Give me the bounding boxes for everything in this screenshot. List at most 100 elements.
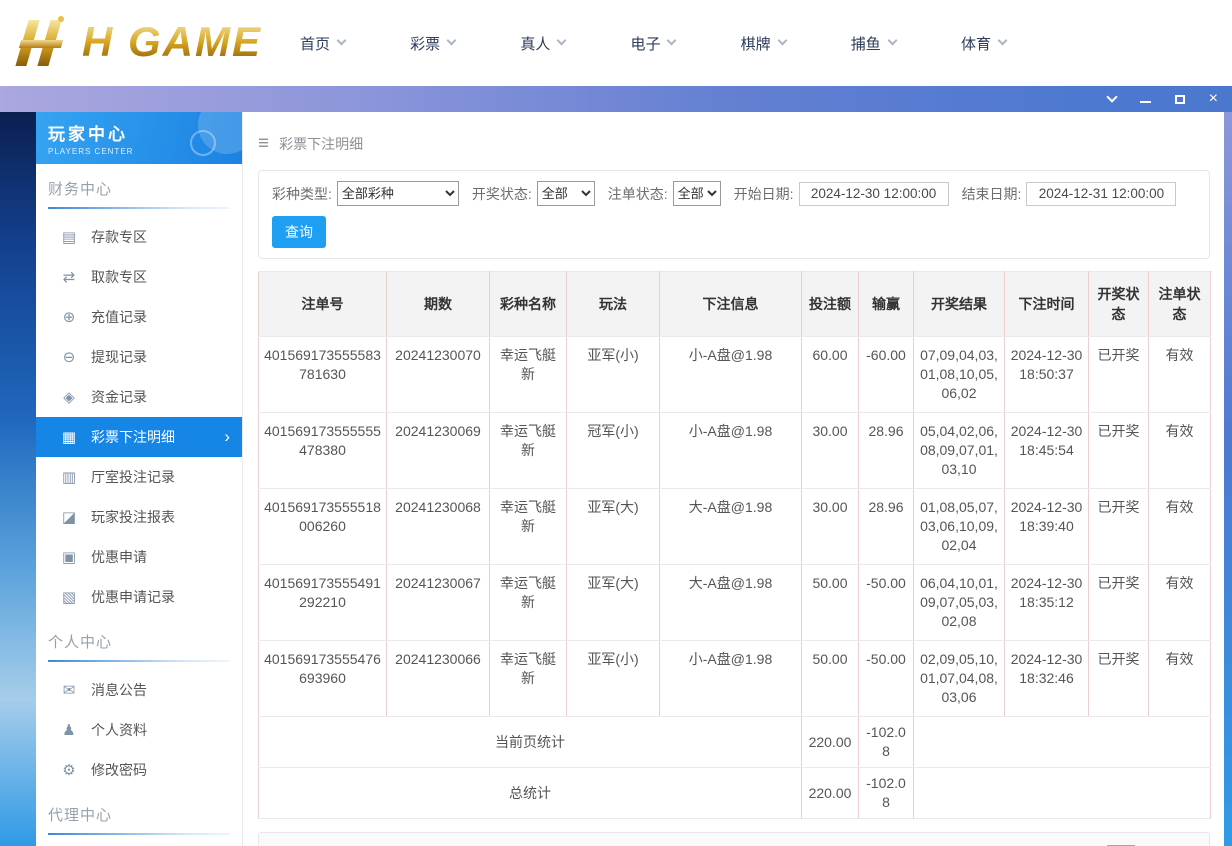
cell-order-id: 401569173555583781630 bbox=[259, 337, 387, 413]
cell-issue: 20241230068 bbox=[387, 489, 490, 565]
window-close-button[interactable]: × bbox=[1209, 91, 1218, 107]
sidebar-item-funds-records[interactable]: ◈ 资金记录 bbox=[36, 377, 242, 417]
cell-draw-status: 已开奖 bbox=[1089, 565, 1149, 641]
header-order-id: 注单号 bbox=[259, 272, 387, 337]
nav-item-fishing[interactable]: 捕鱼 bbox=[851, 33, 896, 54]
page-title: 彩票下注明细 bbox=[279, 134, 363, 154]
cell-order-id: 401569173555476693960 bbox=[259, 641, 387, 717]
withdrawal-record-icon: ⊖ bbox=[60, 348, 78, 366]
cell-draw-result: 06,04,10,01,09,07,05,03,02,08 bbox=[914, 565, 1005, 641]
lottery-type-label: 彩种类型: bbox=[272, 184, 332, 204]
cell-draw-result: 02,09,05,10,01,07,04,08,03,06 bbox=[914, 641, 1005, 717]
brand-logo-icon bbox=[12, 14, 76, 70]
recharge-icon: ⊕ bbox=[60, 308, 78, 326]
summary-label: 当前页统计 bbox=[259, 717, 802, 768]
cell-order-status: 有效 bbox=[1149, 489, 1211, 565]
nav-item-slots[interactable]: 电子 bbox=[630, 33, 675, 54]
search-button[interactable]: 查询 bbox=[272, 216, 326, 248]
window-maximize-button[interactable] bbox=[1175, 95, 1185, 104]
left-gradient-strip bbox=[0, 112, 36, 846]
nav-item-sports[interactable]: 体育 bbox=[961, 33, 1006, 54]
chevron-down-icon bbox=[998, 36, 1008, 46]
sidebar-item-lottery-bet-details[interactable]: ▦ 彩票下注明细 › bbox=[36, 417, 242, 457]
chevron-down-icon bbox=[447, 36, 457, 46]
cell-draw-result: 05,04,02,06,08,09,07,01,03,10 bbox=[914, 413, 1005, 489]
cell-order-id: 401569173555518006260 bbox=[259, 489, 387, 565]
end-date-input[interactable] bbox=[1026, 182, 1176, 206]
header-draw-result: 开奖结果 bbox=[914, 272, 1005, 337]
nav-item-cards[interactable]: 棋牌 bbox=[741, 33, 786, 54]
cell-bet-time: 2024-12-30 18:39:40 bbox=[1005, 489, 1089, 565]
cell-bet-amount: 30.00 bbox=[802, 489, 859, 565]
section-underline bbox=[48, 207, 230, 209]
cell-bet-info: 大-A盘@1.98 bbox=[660, 565, 802, 641]
summary-empty bbox=[914, 768, 1211, 819]
chevron-down-icon bbox=[557, 36, 567, 46]
sidebar-item-hall-bet-records[interactable]: ▥ 厅室投注记录 bbox=[36, 457, 242, 497]
right-gradient-strip bbox=[1224, 112, 1232, 846]
window-titlebar: × bbox=[0, 86, 1232, 112]
bell-icon: ✉ bbox=[60, 681, 78, 699]
promo-records-icon: ▧ bbox=[60, 588, 78, 606]
summary-empty bbox=[914, 717, 1211, 768]
section-title-agent: 代理中心 bbox=[48, 804, 230, 833]
header-order-status: 注单状态 bbox=[1149, 272, 1211, 337]
sidebar-item-promo-apply-records[interactable]: ▧ 优惠申请记录 bbox=[36, 577, 242, 617]
cell-issue: 20241230069 bbox=[387, 413, 490, 489]
cell-draw-result: 01,08,05,07,03,06,10,09,02,04 bbox=[914, 489, 1005, 565]
app-window: × 玩家中心 PLAYERS CENTER 财务中心 ▤ 存款专区 ⇄ 取款专区… bbox=[0, 86, 1232, 846]
cell-win-loss: -50.00 bbox=[859, 641, 914, 717]
sidebar-item-promo-apply[interactable]: ▣ 优惠申请 bbox=[36, 537, 242, 577]
sidebar-item-deposit-zone[interactable]: ▤ 存款专区 bbox=[36, 217, 242, 257]
cell-draw-status: 已开奖 bbox=[1089, 413, 1149, 489]
window-body: 玩家中心 PLAYERS CENTER 财务中心 ▤ 存款专区 ⇄ 取款专区 ⊕… bbox=[0, 112, 1232, 846]
section-underline bbox=[48, 660, 230, 662]
sidebar-item-change-password[interactable]: ⚙ 修改密码 bbox=[36, 750, 242, 790]
cell-bet-time: 2024-12-30 18:50:37 bbox=[1005, 337, 1089, 413]
nav-item-lottery[interactable]: 彩票 bbox=[410, 33, 455, 54]
filter-panel: 彩种类型: 全部彩种 开奖状态: 全部 注单状态: bbox=[258, 170, 1210, 259]
sidebar-item-player-bet-report[interactable]: ◪ 玩家投注报表 bbox=[36, 497, 242, 537]
lottery-type-select[interactable]: 全部彩种 bbox=[337, 181, 459, 206]
nav-item-live[interactable]: 真人 bbox=[520, 33, 565, 54]
sidebar-item-withdraw-zone[interactable]: ⇄ 取款专区 bbox=[36, 257, 242, 297]
cell-lottery-name: 幸运飞艇新 bbox=[490, 565, 567, 641]
nav-item-home[interactable]: 首页 bbox=[300, 33, 345, 54]
draw-status-select[interactable]: 全部 bbox=[537, 181, 595, 206]
sidebar-header: 玩家中心 PLAYERS CENTER bbox=[36, 112, 242, 164]
cell-order-status: 有效 bbox=[1149, 565, 1211, 641]
cell-issue: 20241230070 bbox=[387, 337, 490, 413]
sidebar-title: 玩家中心 bbox=[48, 120, 230, 145]
sidebar-item-withdrawal-records[interactable]: ⊖ 提现记录 bbox=[36, 337, 242, 377]
top-bar: H GAME 首页 彩票 真人 电子 棋牌 捕鱼 体育 bbox=[0, 0, 1232, 86]
order-status-select[interactable]: 全部 bbox=[673, 181, 721, 206]
window-menu-chevron-icon[interactable] bbox=[1108, 97, 1116, 101]
end-date-label: 结束日期: bbox=[962, 184, 1022, 204]
cell-win-loss: 28.96 bbox=[859, 489, 914, 565]
user-icon: ♟ bbox=[60, 721, 78, 739]
sidebar-item-announcements[interactable]: ✉ 消息公告 bbox=[36, 670, 242, 710]
window-minimize-button[interactable] bbox=[1140, 95, 1151, 103]
table-row: 401569173555518006260 20241230068 幸运飞艇新 … bbox=[259, 489, 1211, 565]
header-bet-time: 下注时间 bbox=[1005, 272, 1089, 337]
sidebar-item-profile[interactable]: ♟ 个人资料 bbox=[36, 710, 242, 750]
summary-row-grand-total: 总统计 220.00 -102.08 bbox=[259, 768, 1211, 819]
summary-win-loss-total: -102.08 bbox=[859, 717, 914, 768]
cell-lottery-name: 幸运飞艇新 bbox=[490, 489, 567, 565]
header-draw-status: 开奖状态 bbox=[1089, 272, 1149, 337]
header-play: 玩法 bbox=[567, 272, 660, 337]
cell-play: 亚军(小) bbox=[567, 337, 660, 413]
cell-draw-status: 已开奖 bbox=[1089, 641, 1149, 717]
breadcrumb: ≡ 彩票下注明细 bbox=[258, 118, 1210, 170]
sidebar-item-recharge-records[interactable]: ⊕ 充值记录 bbox=[36, 297, 242, 337]
hamburger-menu-icon[interactable]: ≡ bbox=[258, 133, 269, 155]
cell-order-id: 401569173555555478380 bbox=[259, 413, 387, 489]
start-date-input[interactable] bbox=[799, 182, 949, 206]
section-title-finance: 财务中心 bbox=[48, 178, 230, 207]
chevron-right-icon: › bbox=[224, 427, 230, 447]
brand-logo[interactable]: H GAME bbox=[12, 14, 262, 70]
cell-lottery-name: 幸运飞艇新 bbox=[490, 641, 567, 717]
cell-order-status: 有效 bbox=[1149, 337, 1211, 413]
main-content: ≡ 彩票下注明细 彩种类型: 全部彩种 开奖状态: 全部 bbox=[243, 112, 1224, 846]
gear-icon: ⚙ bbox=[60, 761, 78, 779]
